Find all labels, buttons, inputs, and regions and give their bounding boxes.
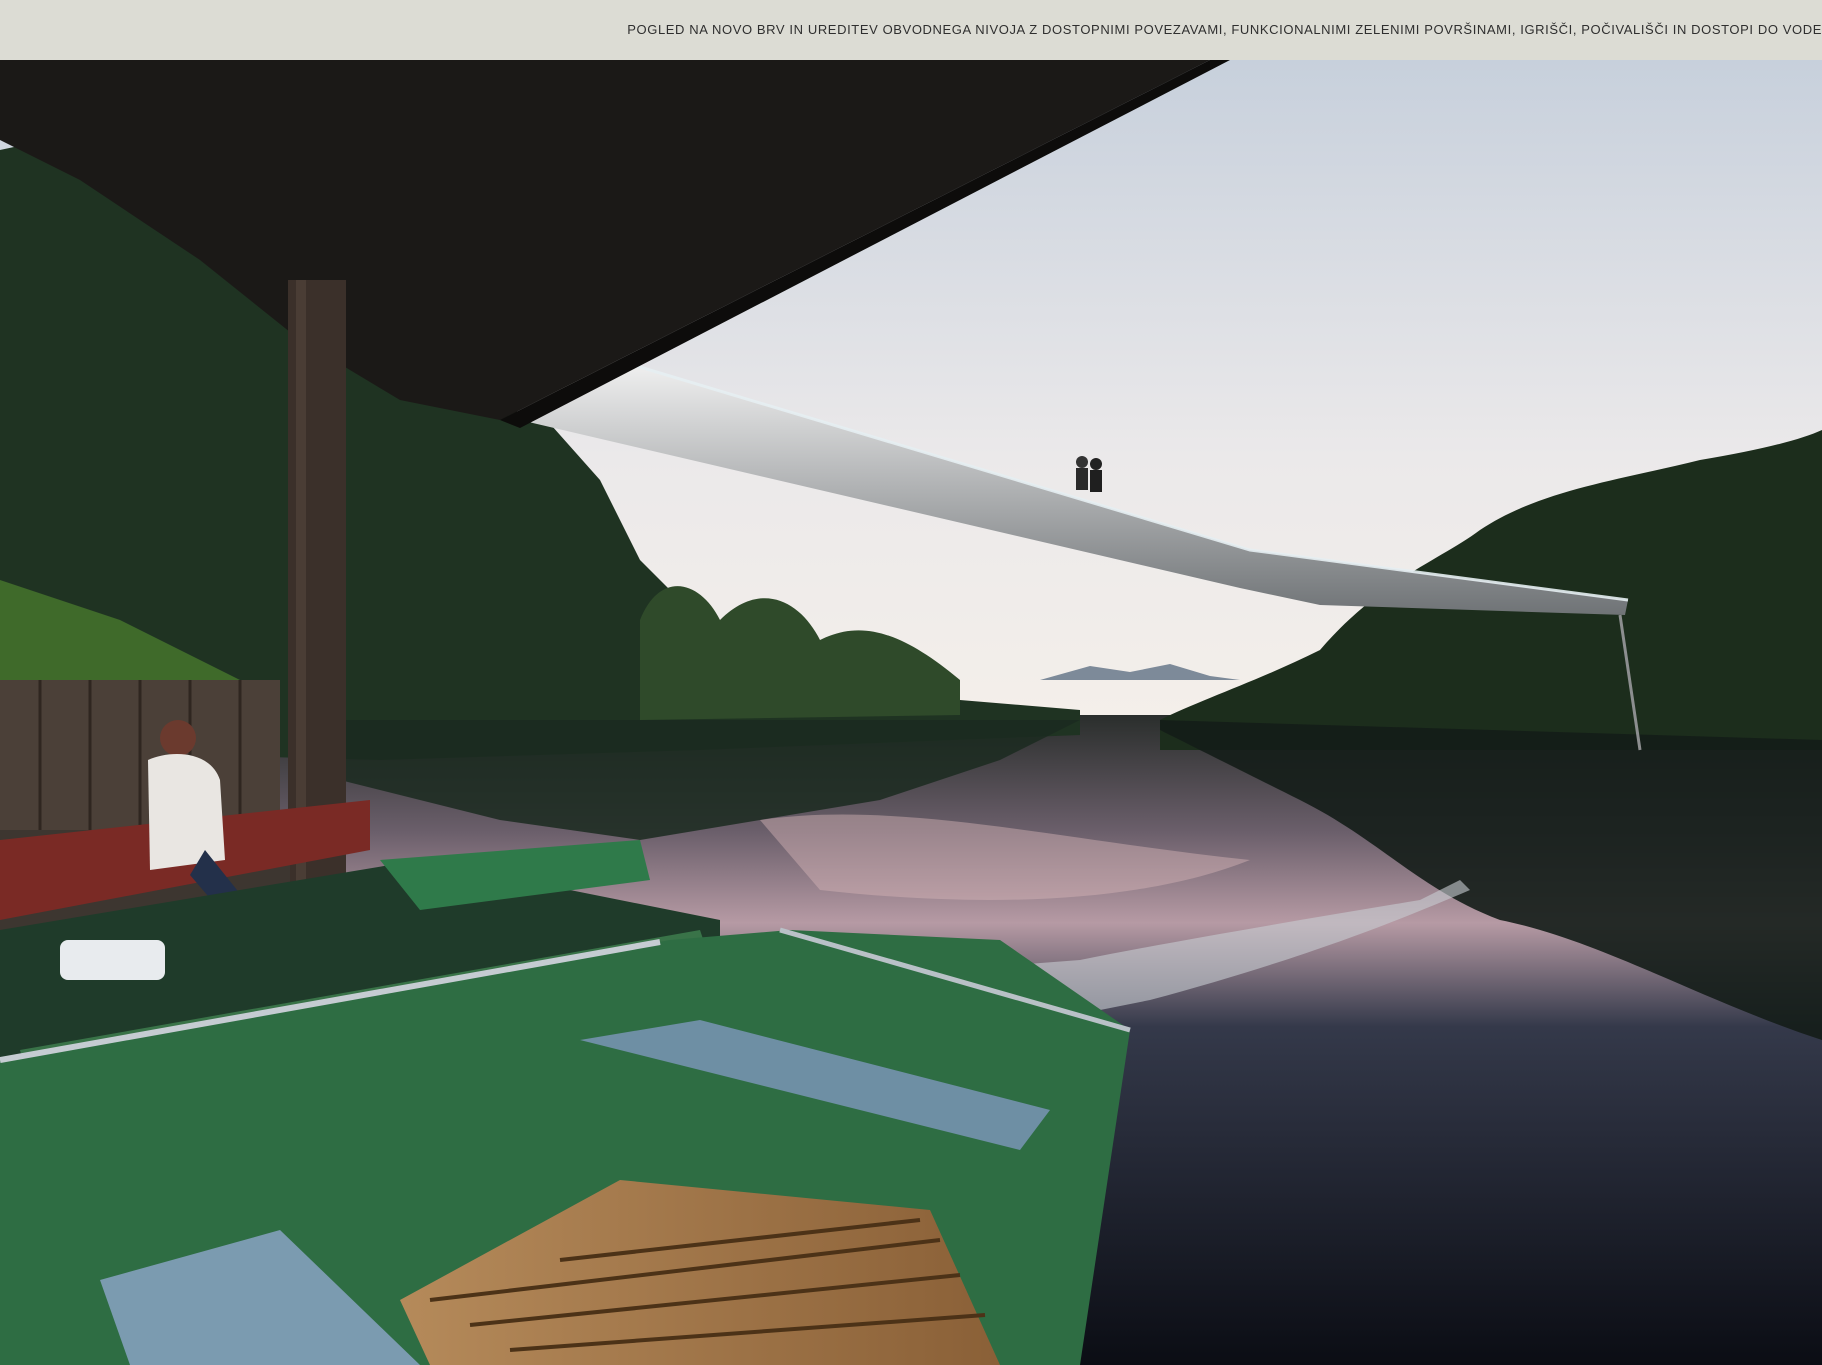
person-on-bridge xyxy=(1076,456,1088,468)
river-bridge-photo xyxy=(0,60,1822,1365)
image-caption: POGLED NA NOVO BRV IN UREDITEV OBVODNEGA… xyxy=(627,22,1822,37)
bag xyxy=(60,940,165,980)
caption-bar: POGLED NA NOVO BRV IN UREDITEV OBVODNEGA… xyxy=(0,0,1822,60)
